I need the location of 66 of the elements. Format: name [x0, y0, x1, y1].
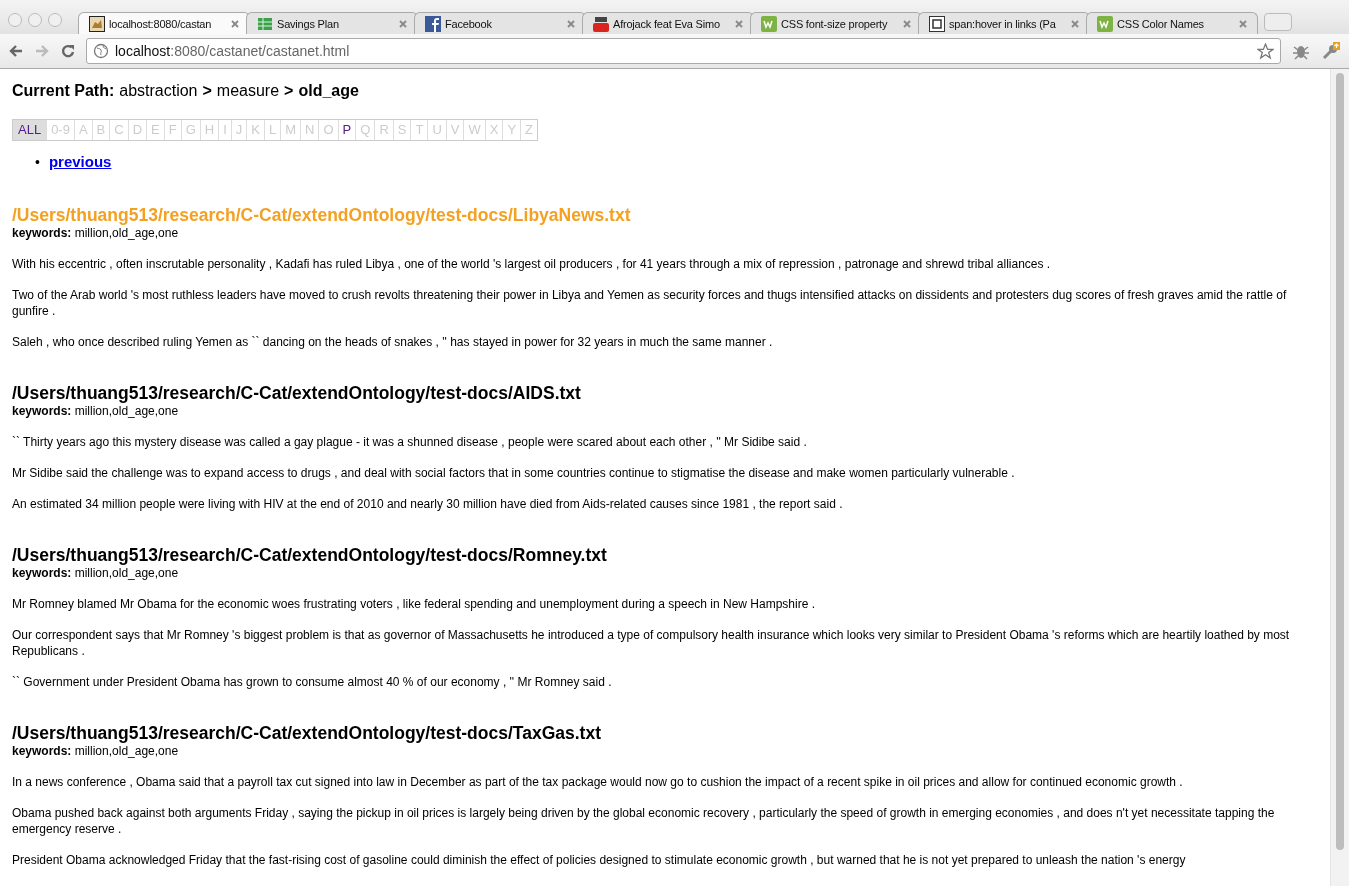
letter-w-icon — [1097, 15, 1113, 32]
browser-tab[interactable]: CSS Color Names — [1086, 12, 1258, 34]
close-icon[interactable] — [1239, 19, 1247, 28]
spreadsheet-icon — [257, 15, 273, 32]
keywords-text: million,old_age,one — [74, 744, 179, 758]
tab-title: span:hover in links (Pa — [949, 17, 1057, 30]
square-icon — [929, 15, 945, 32]
paragraph: With his eccentric , often inscrutable personality , Kadafi has ruled Libya , one of the world 's largest oil producers , for 41 years through a mix of repression , patronage and shrewd tribal alliances . — [12, 256, 1052, 272]
paragraph: Saleh , who once described ruling Yemen as `` dancing on the heads of snakes , '' has stayed in power for 32 years in much the same manner . — [12, 334, 774, 350]
letter-w-icon — [761, 15, 777, 32]
paragraph: Two of the Arab world 's most ruthless leaders have moved to crush revolts threatening their power in Libya and Yemen as security forces and thugs intensified attacks on dissidents and protesters dug scores of fresh graves amid the rattle of gunfire . — [12, 287, 1288, 319]
path-text: measure — [216, 81, 280, 101]
letter-f-icon — [425, 15, 441, 32]
previous-link[interactable]: previous — [48, 152, 112, 172]
paragraph: Mr Romney blamed Mr Obama for the economic woes frustrating voters , like federal spending and unemployment during a speech in New Hampshire . — [12, 596, 817, 612]
close-icon[interactable] — [903, 19, 911, 28]
back-icon[interactable] — [8, 43, 24, 59]
star-icon[interactable] — [1257, 42, 1274, 60]
path-text: old_age — [298, 81, 359, 101]
globe-icon — [93, 43, 109, 59]
path-separator: > — [202, 81, 212, 101]
path-text: abstraction — [119, 81, 198, 101]
reload-icon[interactable] — [60, 43, 76, 59]
tab-title: Afrojack feat Eva Simo — [613, 17, 721, 30]
window-button[interactable] — [8, 13, 22, 27]
close-icon[interactable] — [735, 19, 743, 28]
tab-title: Savings Plan — [277, 17, 340, 30]
path-label: Current Path: — [12, 81, 115, 101]
scrollbar-thumb[interactable] — [1336, 73, 1344, 850]
paragraph: `` Thirty years ago this mystery disease was called a gay plague - it was a shunned disease , people were scared about each other , '' Mr Sidibe said . — [12, 434, 808, 450]
close-icon[interactable] — [399, 19, 407, 28]
keywords-label: keywords: — [12, 566, 72, 580]
paragraph: Mr Sidibe said the challenge was to expand access to drugs , and deal with social factors that in some countries continue to stigmatise the disease and make women particularly vulnerable . — [12, 465, 1016, 481]
keywords-text: million,old_age,one — [74, 566, 179, 580]
paragraph: Our correspondent says that Mr Romney 's biggest problem is that as governor of Massachusetts he introduced a type of compulsory health insurance which looks very similar to President Obama 's reforms which are heartily loathed by most Republicans . — [12, 627, 1291, 659]
keywords-label: keywords: — [12, 226, 72, 240]
keywords-text: million,old_age,one — [74, 226, 179, 240]
new-tab-button[interactable] — [1264, 13, 1292, 31]
bullet: • — [35, 153, 40, 172]
paragraph: President Obama acknowledged Friday that the fast-rising cost of gasoline could diminish the effect of policies designed to stimulate economic growth , but warned that he is not yet prepared to unleash the nation 's energy — [12, 852, 1187, 868]
tab-title: localhost:8080/castan — [109, 17, 213, 30]
paragraph: In a news conference , Obama said that a payroll tax cut signed into law in December as part of the tax package would now go to cushion the impact of a recent spike in oil prices and allow for continued economic growth . — [12, 774, 1184, 790]
close-icon[interactable] — [231, 19, 239, 28]
document-path[interactable]: /Users/thuang513/research/C-Cat/extendOntology/test-docs/AIDS.txt — [12, 382, 1318, 404]
keywords-label: keywords: — [12, 404, 72, 418]
wrench-icon[interactable] — [1321, 41, 1341, 61]
document-path[interactable]: /Users/thuang513/research/C-Cat/extendOntology/test-docs/TaxGas.txt — [12, 722, 1318, 744]
window-button[interactable] — [48, 13, 62, 27]
keywords-label: keywords: — [12, 744, 72, 758]
close-icon[interactable] — [1071, 19, 1079, 28]
tab-title: CSS Color Names — [1117, 17, 1205, 30]
keywords-text: million,old_age,one — [74, 404, 179, 418]
url-text: localhost:8080/castanet/castanet.html — [115, 43, 351, 59]
close-icon[interactable] — [567, 19, 575, 28]
address-bar[interactable]: localhost:8080/castanet/castanet.html — [86, 38, 1281, 64]
forward-icon[interactable] — [34, 43, 50, 59]
path-separator: > — [284, 81, 294, 101]
paragraph: `` Government under President Obama has grown to consume almost 40 % of our economy , '' Mr Romney said . — [12, 674, 613, 690]
letter-filter[interactable]: P — [337, 120, 356, 140]
tab-title: CSS font-size property — [781, 17, 889, 30]
paragraph: An estimated 34 million people were living with HIV at the end of 2010 and nearly 30 million have died from Aids-related causes since 1981 , the report said . — [12, 496, 844, 512]
window-button[interactable] — [28, 13, 42, 27]
letter-filter[interactable]: ALL — [13, 120, 47, 140]
document-path[interactable]: /Users/thuang513/research/C-Cat/extendOntology/test-docs/Romney.txt — [12, 544, 1318, 566]
tab-title: Facebook — [445, 17, 493, 30]
paragraph: Obama pushed back against both arguments Friday , saying the pickup in oil prices is largely being driven by the global economic recovery , particularly the speed of growth in emerging economies , and does n't yet necessitate tapping the emergency reserve . — [12, 805, 1276, 837]
